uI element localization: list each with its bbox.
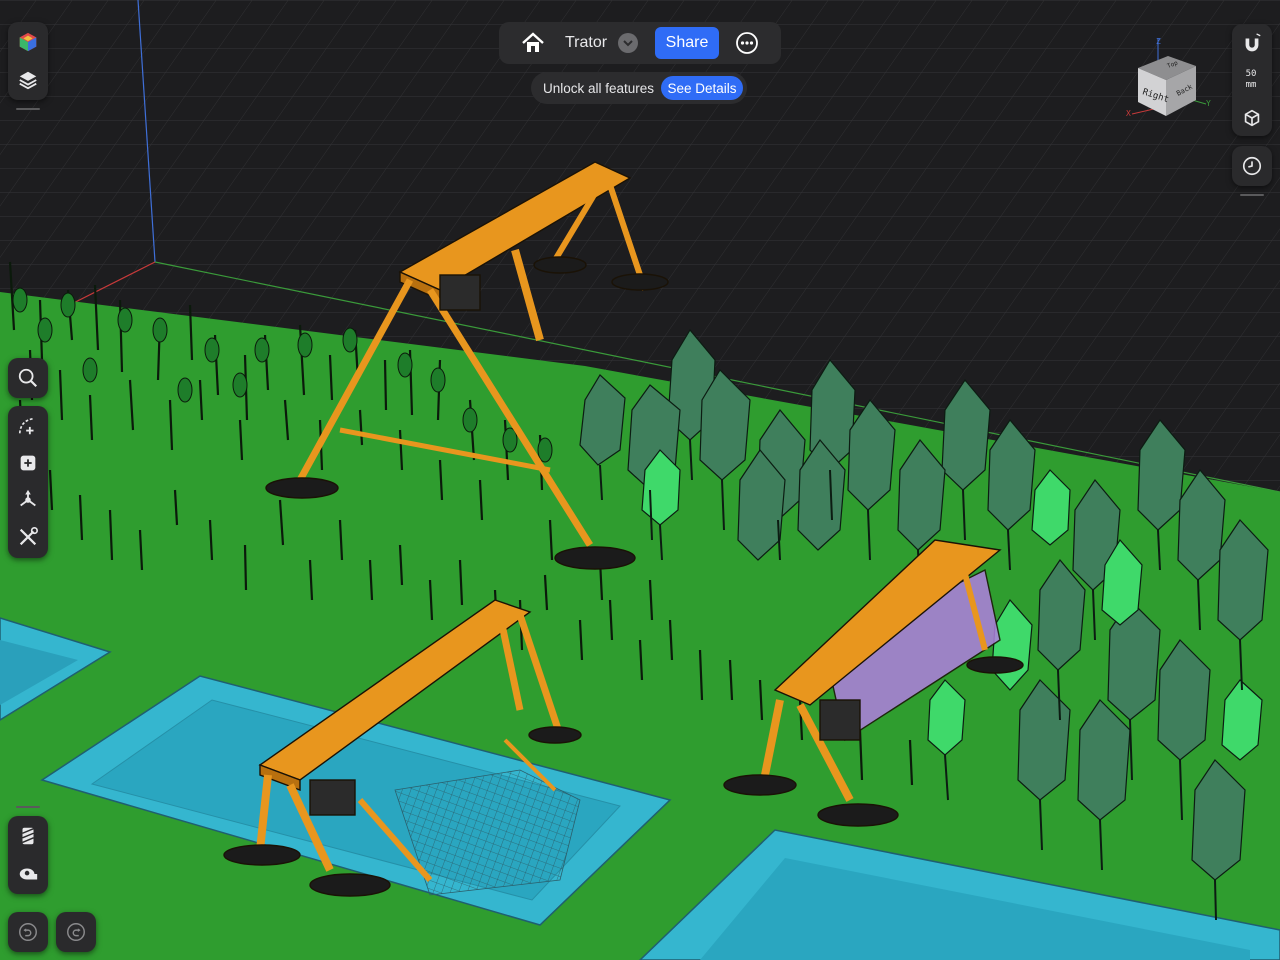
x-axis-label: X <box>1126 109 1131 118</box>
search-button[interactable] <box>8 360 48 396</box>
section-view-button[interactable] <box>8 818 48 854</box>
measure-button[interactable] <box>8 856 48 892</box>
y-axis-label: Y <box>1206 99 1211 108</box>
search-icon <box>18 368 38 388</box>
search-panel <box>8 358 48 398</box>
more-options-icon <box>736 32 758 54</box>
snap-cube-button[interactable] <box>1232 100 1272 136</box>
add-primitive-icon <box>20 455 36 471</box>
section-view-icon <box>22 827 34 845</box>
history-panel <box>1232 146 1272 186</box>
sketch-curve-icon <box>18 417 34 435</box>
share-button[interactable]: Share <box>655 27 719 59</box>
snap-increment[interactable]: 50 mm <box>1234 69 1268 91</box>
undo-icon <box>19 923 37 941</box>
add-primitive-button[interactable] <box>8 445 48 481</box>
toolbar-divider <box>16 108 40 110</box>
undo-button[interactable] <box>8 914 48 950</box>
material-cube-button[interactable] <box>8 24 48 60</box>
left-tools-panel <box>8 406 48 558</box>
upgrade-banner: Unlock all features See Details <box>531 72 747 104</box>
material-cube-icon <box>19 32 37 52</box>
redo-panel <box>56 912 96 952</box>
history-clock-icon <box>1242 156 1262 176</box>
tools-button[interactable] <box>8 519 48 555</box>
scene-canvas[interactable] <box>0 0 1280 960</box>
sketch-curve-button[interactable] <box>8 408 48 444</box>
right-snap-panel: 50 mm <box>1232 24 1272 136</box>
see-details-button[interactable]: See Details <box>661 76 743 100</box>
right-toolbar-divider <box>1240 194 1264 196</box>
toolbar-divider-bottom <box>16 806 40 808</box>
magnet-snap-button[interactable] <box>1232 26 1272 62</box>
magnet-snap-icon <box>1245 33 1261 52</box>
redo-icon <box>67 923 85 941</box>
snap-cube-icon <box>1244 109 1260 127</box>
transform-gizmo-icon <box>20 489 36 507</box>
layers-icon <box>19 71 37 90</box>
document-title[interactable]: Trator <box>565 34 607 52</box>
home-icon <box>522 32 544 52</box>
view-cube[interactable]: Z X Y Top Right Back <box>1122 36 1218 122</box>
measure-tape-icon <box>19 868 38 880</box>
z-axis-label: Z <box>1156 37 1161 46</box>
snap-value: 50 <box>1245 69 1257 79</box>
redo-button[interactable] <box>56 914 96 950</box>
3d-viewport[interactable] <box>0 0 1280 960</box>
document-menu-button[interactable] <box>618 33 638 53</box>
snap-unit: mm <box>1245 80 1257 90</box>
history-button[interactable] <box>1232 148 1272 184</box>
layers-button[interactable] <box>8 62 48 98</box>
chevron-down-icon <box>623 40 633 47</box>
top-bar: Trator Share <box>499 22 781 64</box>
left-bottom-panel <box>8 816 48 894</box>
left-top-toolbar <box>8 22 48 100</box>
undo-panel <box>8 912 48 952</box>
tools-icon <box>19 527 38 546</box>
upgrade-text: Unlock all features <box>543 81 655 96</box>
transform-button[interactable] <box>8 482 48 518</box>
more-options-button[interactable] <box>735 31 759 55</box>
home-button[interactable] <box>513 28 553 58</box>
